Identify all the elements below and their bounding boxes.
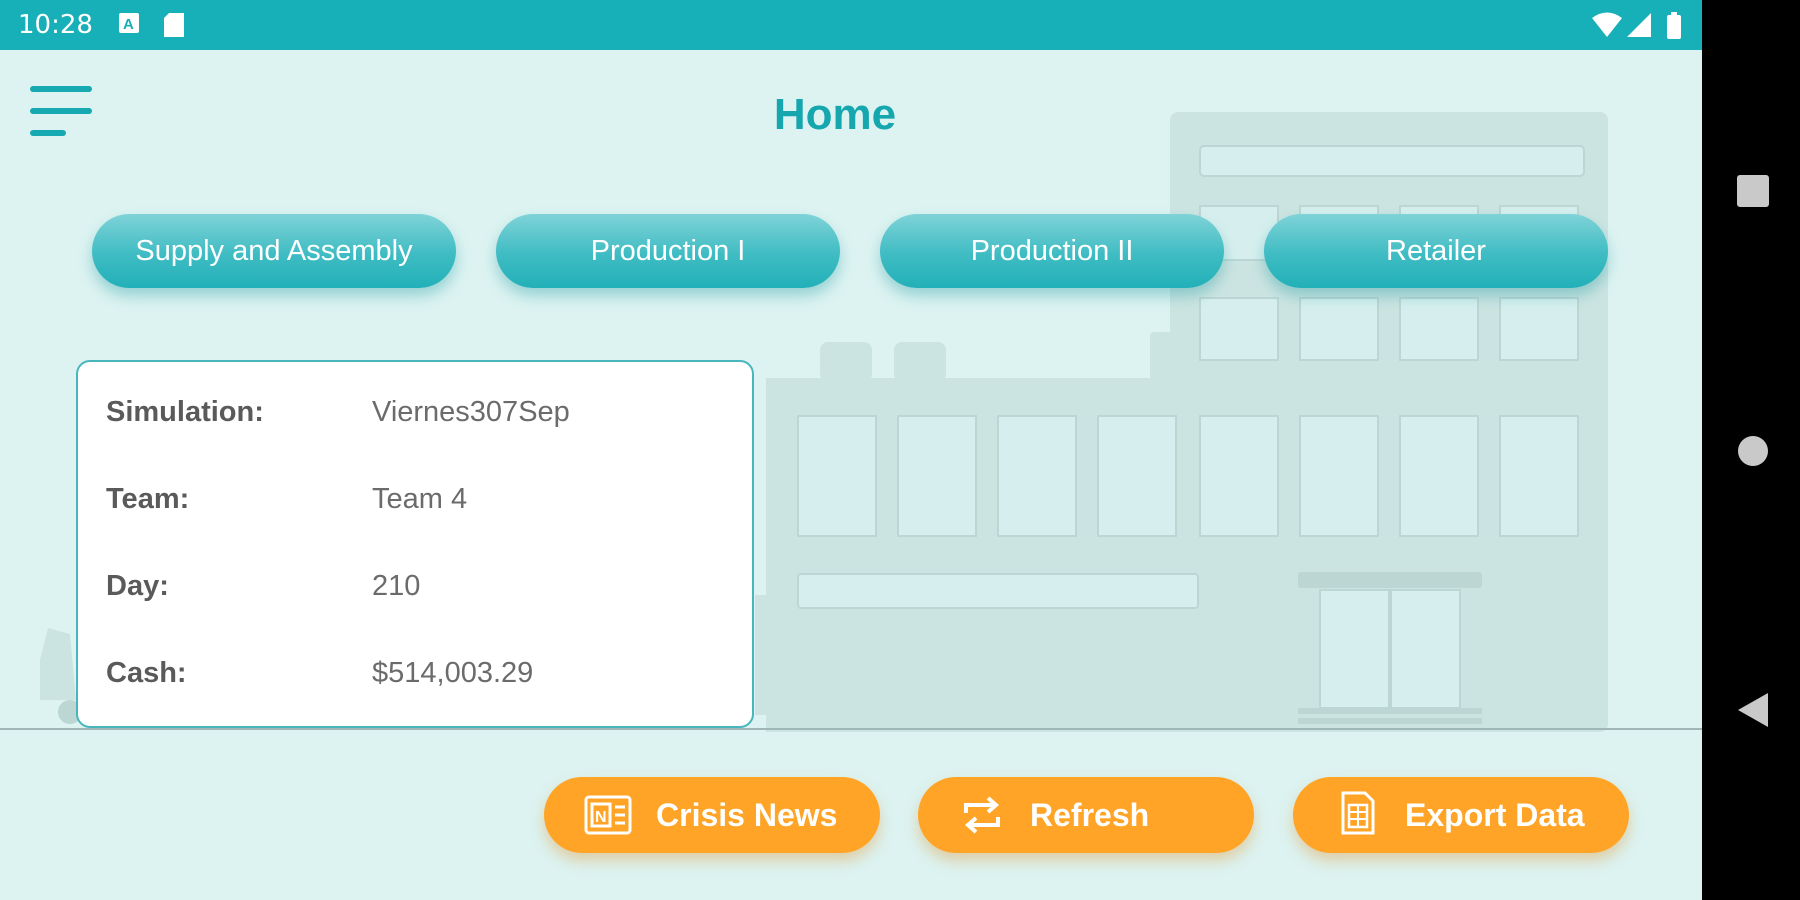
page-title: Home	[773, 90, 897, 139]
simulation-value: Viernes307Sep	[372, 396, 570, 428]
refresh-icon	[958, 795, 1006, 843]
a-badge-icon: A	[118, 12, 140, 39]
news-icon: N	[584, 795, 632, 843]
cash-label: Cash:	[106, 657, 187, 689]
refresh-button[interactable]: Refresh	[918, 777, 1254, 853]
wifi-icon	[1592, 12, 1622, 43]
svg-text:N: N	[595, 809, 607, 826]
status-time: 10:28	[18, 10, 93, 40]
tab-retailer[interactable]: Retailer	[1264, 214, 1608, 288]
crisis-news-button[interactable]: N Crisis News	[544, 777, 880, 853]
crisis-news-label: Crisis News	[656, 797, 838, 833]
tab-production-ii[interactable]: Production II	[880, 214, 1224, 288]
info-row-team: Team: Team 4	[106, 483, 726, 523]
status-bar: 10:28 A	[0, 0, 1702, 50]
app-screen: Home Supply and Assembly Production I Pr…	[0, 0, 1702, 900]
simulation-label: Simulation:	[106, 396, 264, 428]
team-value: Team 4	[372, 483, 468, 515]
signal-icon	[1626, 12, 1652, 43]
navigation-bar	[1702, 0, 1800, 900]
export-data-label: Export Data	[1405, 797, 1585, 833]
info-row-cash: Cash: $514,003.29	[106, 657, 726, 697]
refresh-label: Refresh	[1030, 797, 1150, 833]
info-row-simulation: Simulation: Viernes307Sep	[106, 396, 726, 436]
info-row-day: Day: 210	[106, 570, 726, 610]
recents-square-icon[interactable]	[1736, 174, 1770, 213]
day-label: Day:	[106, 570, 169, 602]
battery-icon	[1666, 12, 1682, 45]
day-value: 210	[372, 570, 421, 602]
sd-card-icon	[163, 12, 185, 43]
ground-divider	[0, 728, 1702, 730]
tab-supply-and-assembly[interactable]: Supply and Assembly	[92, 214, 456, 288]
cash-value: $514,003.29	[372, 657, 534, 689]
simulation-info-card: Simulation: Viernes307Sep Team: Team 4 D…	[76, 360, 754, 728]
document-icon	[1333, 791, 1381, 843]
home-circle-icon[interactable]	[1736, 434, 1770, 473]
svg-text:A: A	[123, 16, 134, 33]
tab-production-i[interactable]: Production I	[496, 214, 840, 288]
team-label: Team:	[106, 483, 190, 515]
export-data-button[interactable]: Export Data	[1293, 777, 1629, 853]
back-triangle-icon[interactable]	[1736, 692, 1770, 733]
